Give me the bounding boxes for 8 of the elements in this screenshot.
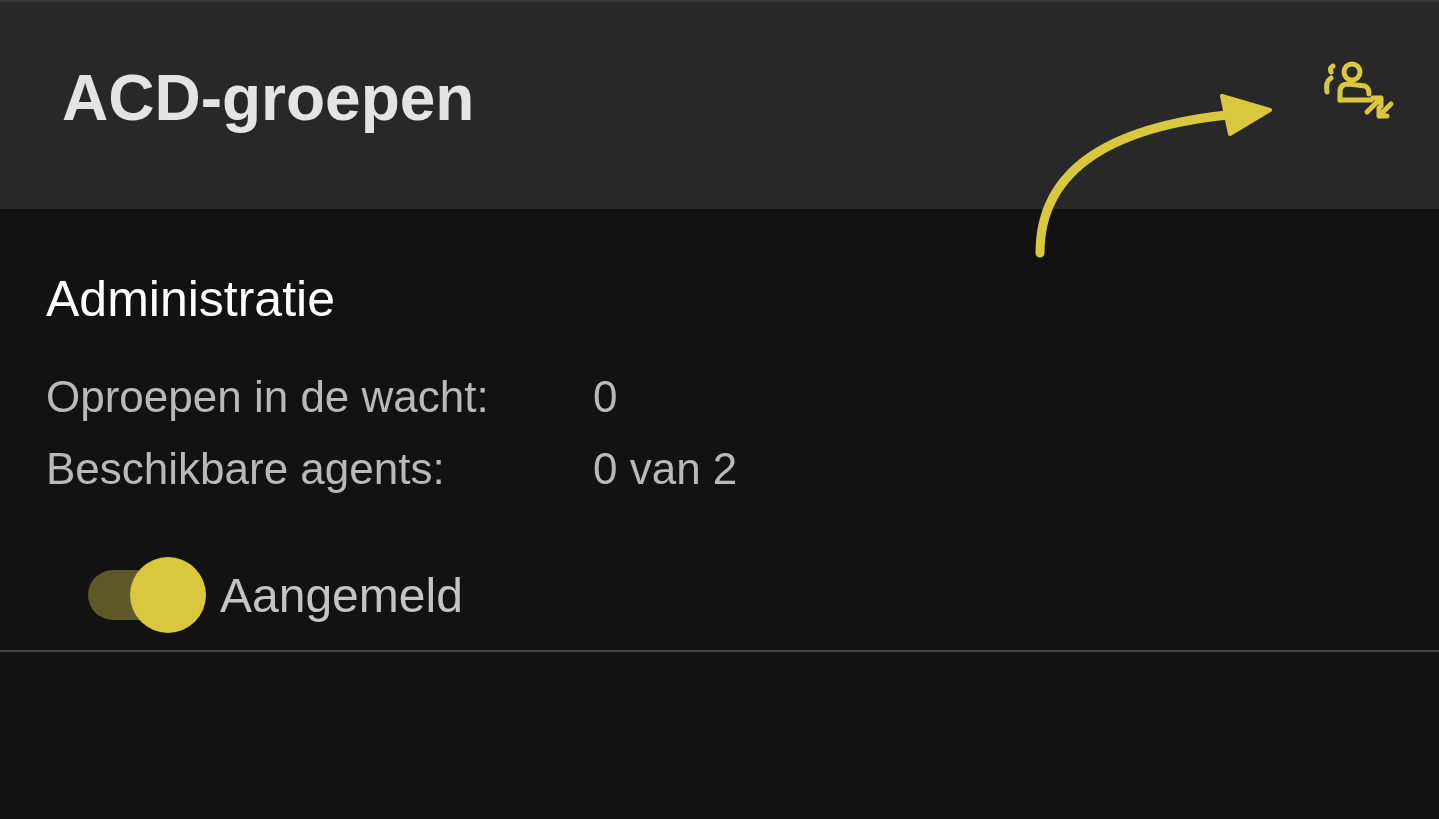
- stat-value: 0 van 2: [593, 443, 739, 495]
- toggle-label: Aangemeld: [220, 567, 463, 623]
- stat-label: Oproepen in de wacht:: [46, 371, 490, 423]
- stat-value: 0: [593, 371, 619, 423]
- toggle-switch[interactable]: [88, 557, 206, 633]
- group-name: Administratie: [46, 271, 336, 327]
- stat-label: Beschikbare agents:: [46, 443, 446, 495]
- screen-title: ACD-groepen: [62, 60, 475, 135]
